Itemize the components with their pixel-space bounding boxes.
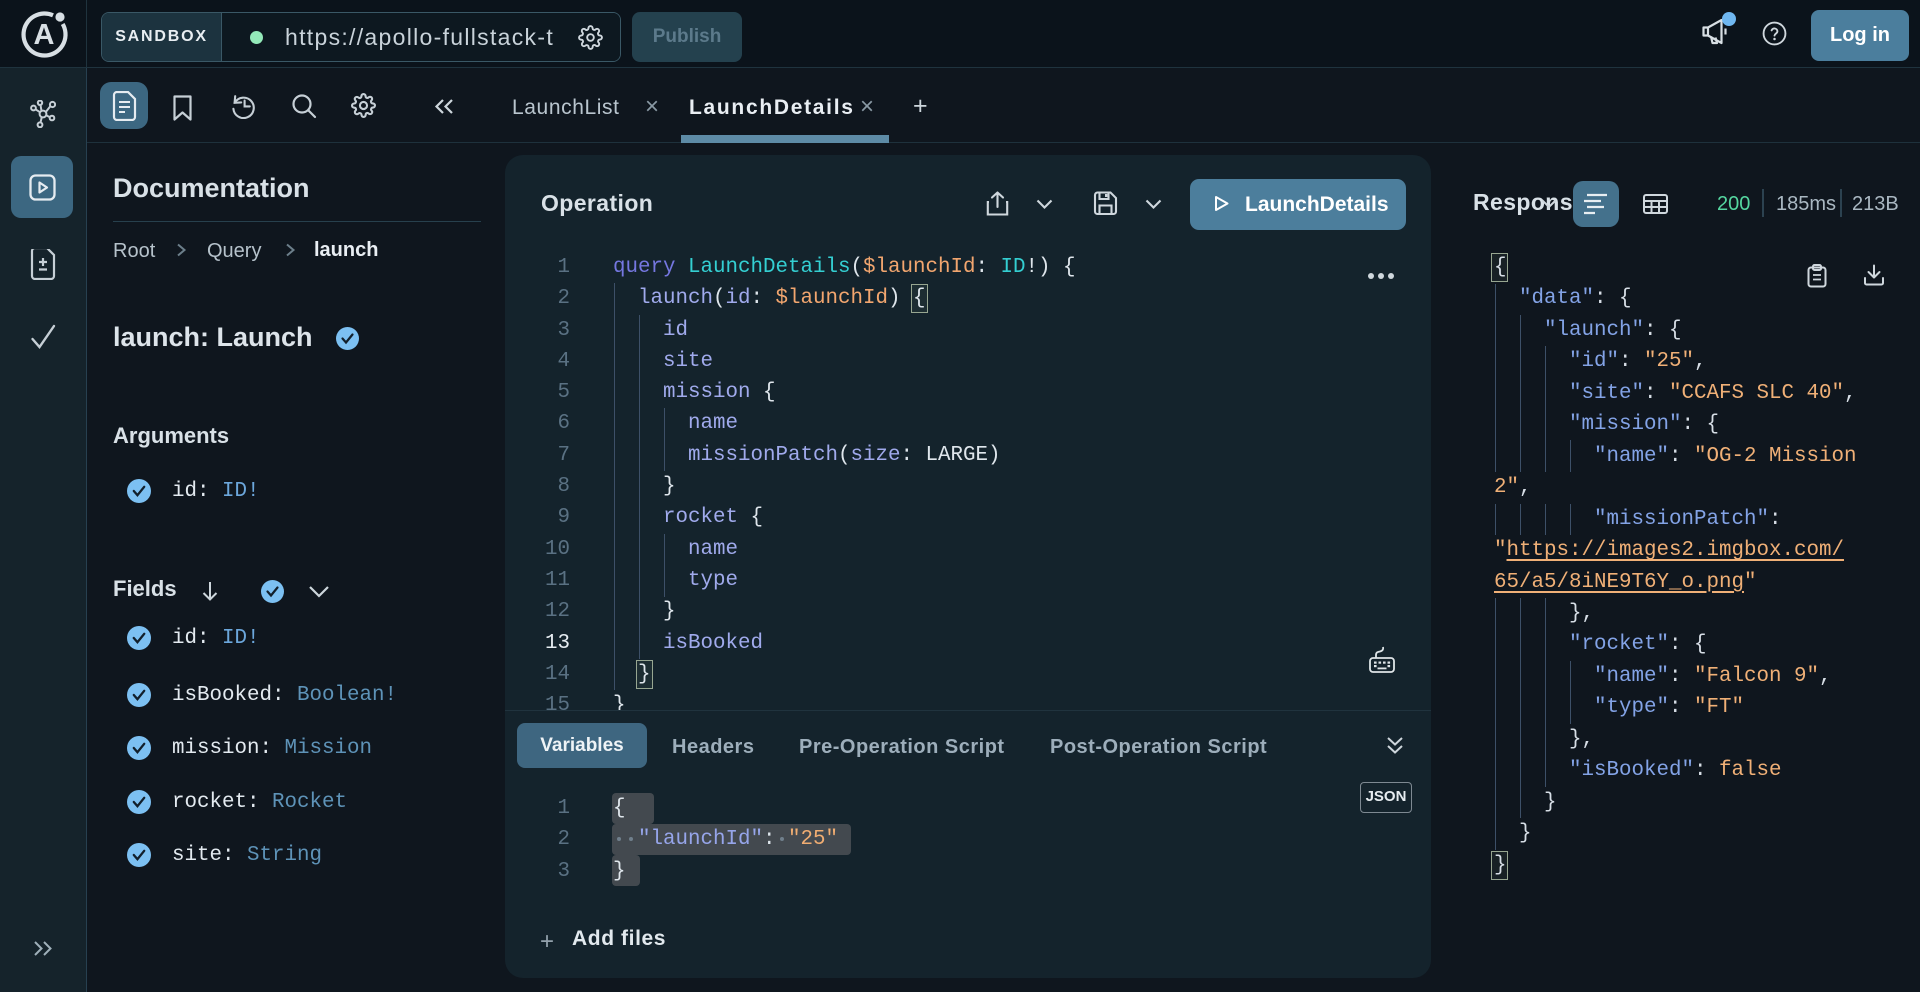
svg-text:A: A: [34, 19, 55, 51]
